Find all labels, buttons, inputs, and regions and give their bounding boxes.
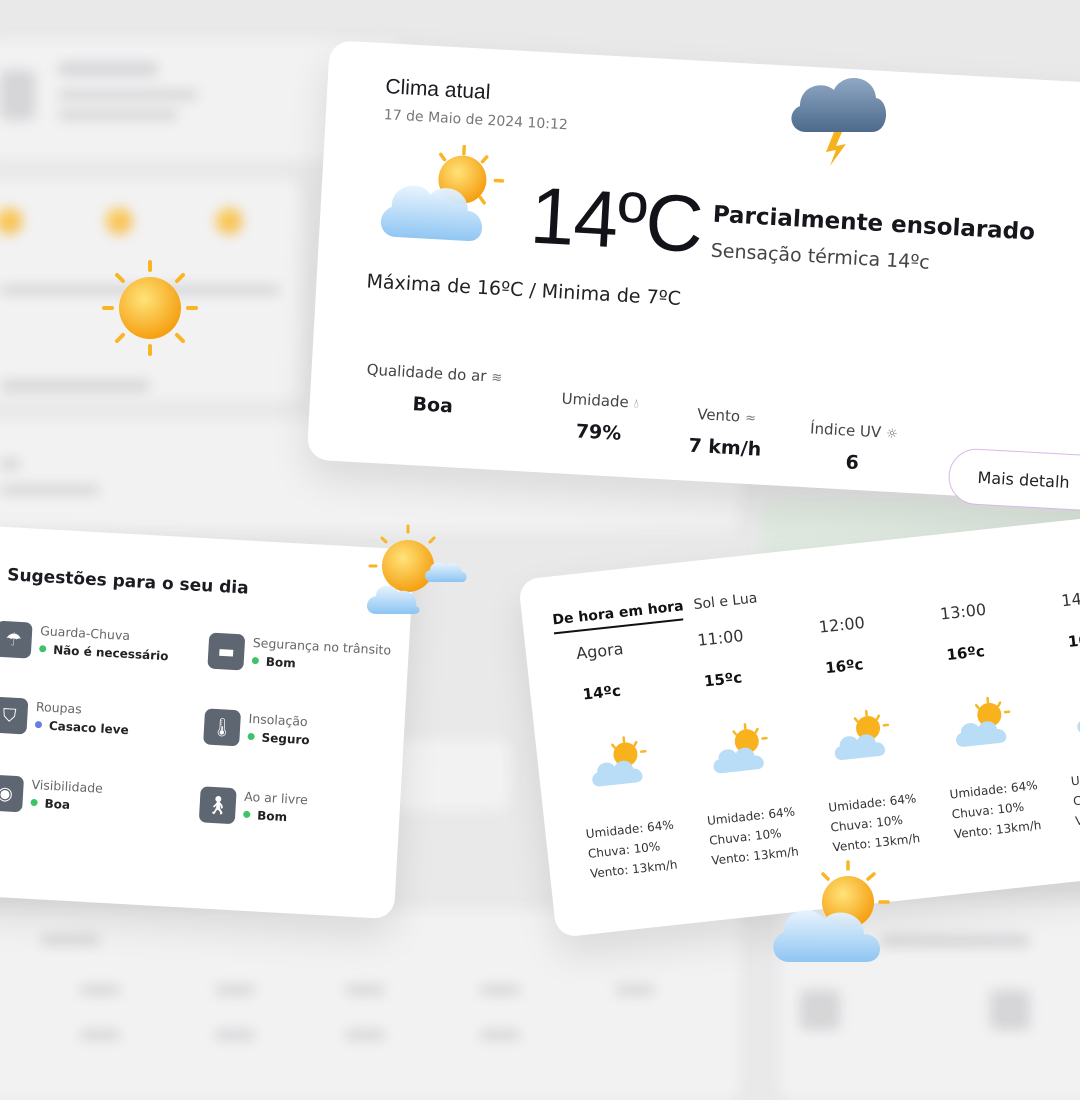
suggestion-status: Boa [44, 797, 70, 812]
status-dot [243, 811, 250, 818]
stat-value: 6 [797, 449, 908, 477]
partly-sunny-icon [586, 733, 651, 791]
hour-temp: 14ºc [582, 682, 622, 704]
hour-column: 12:00 16ºc Umidade: 64% Chuva: 10% Vento… [818, 606, 927, 618]
hour-time: 11:00 [697, 626, 745, 650]
stat-label: Vento [697, 405, 741, 425]
wind-icon: ≈ [745, 411, 757, 427]
suggestion-status: Casaco leve [49, 719, 130, 737]
suggestion-name: Visibilidade [31, 777, 103, 796]
hour-rain: Ch [1072, 789, 1080, 811]
hour-humidity: Um [1070, 769, 1080, 791]
partly-sunny-icon [362, 522, 470, 622]
thermometer-icon: 🌡︎ [203, 708, 241, 746]
suggestion-status: Bom [265, 655, 296, 671]
sun-icon [100, 258, 200, 358]
suggestion-visibility: ◉ Visibilidade Boa [0, 774, 188, 835]
hour-details: Umidade: 64% Chuva: 10% Vento: 13km/h [949, 775, 1043, 844]
hour-details: Umidade: 64% Chuva: 10% Vento: 13km/h [827, 788, 921, 857]
suggestions-card: Sugestões para o seu dia ☂ Guarda-Chuva … [0, 525, 414, 919]
weather-condition: Parcialmente ensolarado [712, 202, 1036, 246]
suggestion-traffic-safety: ▬ Segurança no trânsito Bom [207, 633, 409, 694]
stat-label: Índice UV [810, 419, 882, 441]
suggestion-name: Insolação [248, 711, 308, 729]
suggestion-name: Roupas [36, 699, 83, 717]
hour-column: 13:00 16ºc Umidade: 64% Chuva: 10% Vento… [939, 593, 1048, 605]
suggestion-umbrella: ☂ Guarda-Chuva Não é necessário [0, 621, 196, 682]
partly-sunny-icon [768, 860, 898, 970]
hour-temp: 16º [1067, 630, 1080, 651]
suggestion-status: Seguro [261, 731, 310, 748]
hour-temp: 15ºc [703, 668, 743, 690]
hour-time: 13:00 [939, 600, 987, 624]
hour-column: Agora 14ºc Umidade: 64% Chuva: 10% Vento… [575, 632, 684, 644]
status-dot [35, 721, 42, 728]
hour-time: Agora [575, 639, 624, 663]
partly-sunny-icon [1071, 680, 1080, 738]
tab-sun-moon[interactable]: Sol e Lua [693, 590, 758, 613]
hour-details: Um Ch V [1070, 769, 1080, 831]
status-dot [247, 733, 254, 740]
min-max-temperature: Máxima de 16ºC / Minima de 7ºC [366, 270, 681, 310]
partly-sunny-icon [949, 694, 1014, 752]
stat-humidity: Umidade 💧︎ 79% [543, 389, 656, 447]
stat-value: 7 km/h [679, 434, 770, 461]
hour-temp: 16ºc [824, 655, 864, 677]
suggestion-status: Não é necessário [53, 643, 169, 663]
suggestion-outdoors: 🚶︎ Ao ar livre Bom [198, 786, 400, 847]
sun-small-icon: ☼ [886, 427, 898, 443]
stat-value: 79% [543, 419, 654, 447]
stat-label: Qualidade do ar [366, 361, 487, 386]
hour-temp: 16ºc [946, 642, 986, 664]
suggestion-clothes: ⛉ Roupas Casaco leve [0, 697, 192, 758]
suggestions-title: Sugestões para o seu dia [7, 565, 249, 598]
walking-icon: 🚶︎ [199, 786, 237, 824]
hour-wind: V [1074, 809, 1080, 831]
jacket-icon: ⛉ [0, 697, 28, 735]
suggestion-name: Ao ar livre [244, 789, 308, 808]
hour-time: 14:0 [1060, 588, 1080, 611]
status-dot [252, 657, 259, 664]
hour-column: 11:00 15ºc Umidade: 64% Chuva: 10% Vento… [697, 619, 806, 631]
stat-wind: Vento≈ 7 km/h [679, 404, 772, 461]
suggestion-sunstroke: 🌡︎ Insolação Seguro [202, 708, 404, 769]
hour-time: 12:00 [818, 613, 866, 637]
umbrella-icon: ☂ [0, 621, 33, 659]
stat-label: Umidade [561, 390, 629, 412]
suggestion-name: Guarda-Chuva [40, 623, 131, 643]
feels-like: Sensação térmica 14ºc [710, 240, 930, 274]
stat-value: Boa [347, 390, 518, 421]
hour-column: 14:0 16º Um Ch V [1060, 580, 1080, 592]
status-dot [39, 645, 46, 652]
current-temperature: 14ºC [528, 170, 705, 271]
suggestion-status: Bom [257, 808, 288, 824]
card-title: Clima atual [385, 75, 491, 105]
current-datetime: 17 de Maio de 2024 10:12 [383, 107, 568, 133]
tab-hourly[interactable]: De hora em hora [552, 598, 685, 628]
partly-sunny-icon [707, 720, 772, 778]
partly-sunny-icon [373, 138, 509, 255]
stat-air-quality: Qualidade do ar≋ Boa [347, 360, 520, 421]
partly-sunny-icon [828, 707, 893, 765]
current-weather-card: Clima atual 17 de Maio de 2024 10:12 14º… [307, 40, 1080, 505]
storm-cloud-icon [782, 60, 892, 170]
stat-uv-index: Índice UV☼ 6 [797, 419, 910, 477]
status-dot [30, 799, 37, 806]
air-quality-icon: ≋ [491, 371, 503, 387]
car-icon: ▬ [207, 633, 245, 671]
hour-details: Umidade: 64% Chuva: 10% Vento: 13km/h [585, 815, 679, 884]
droplet-icon: 💧︎ [633, 397, 639, 412]
eye-icon: ◉ [0, 774, 24, 812]
